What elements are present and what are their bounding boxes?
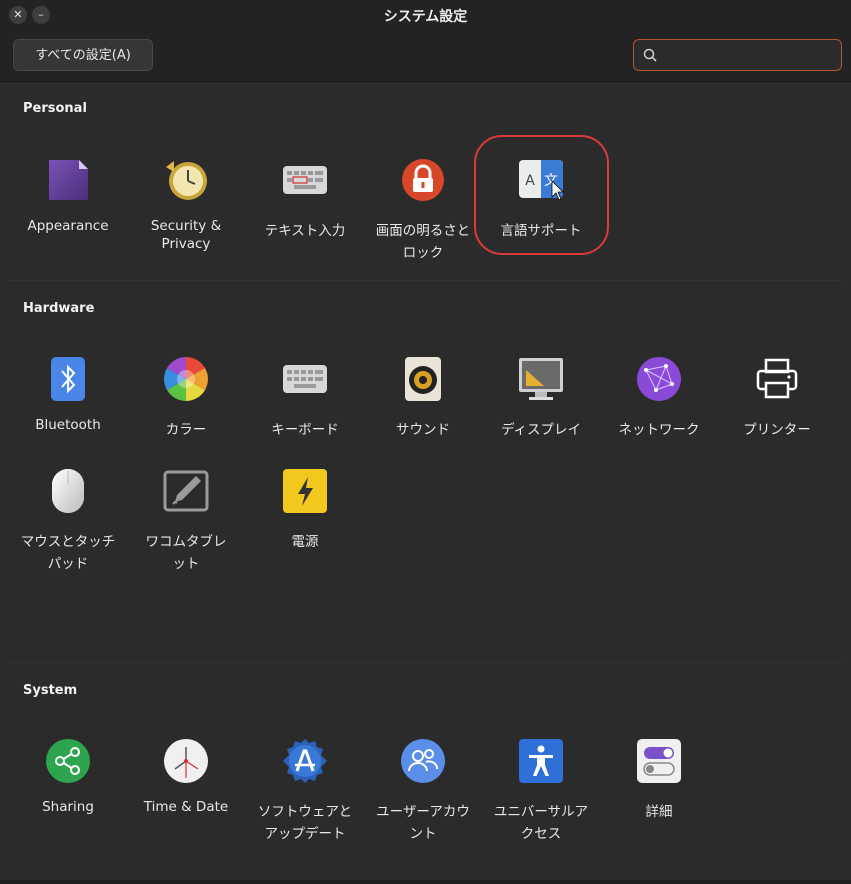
search-field[interactable] [633,39,842,71]
window-bottom-edge [0,880,851,884]
speaker-icon [400,356,446,402]
settings-item-network[interactable]: ネットワーク [600,356,718,441]
software-updates-icon [282,738,328,784]
section-title-system: System [23,683,78,698]
settings-item-label: 画面の明るさとロック [375,223,471,261]
settings-item-wacom-tablet[interactable]: ワコムタブレット [127,468,245,575]
settings-item-label: プリンター [743,422,811,438]
settings-item-label: ユーザーアカウント [376,804,470,842]
window-title: システム設定 [383,9,468,25]
settings-item-universal-access[interactable]: ユニバーサルアクセス [482,738,600,845]
settings-item-label: Bluetooth [35,417,101,433]
settings-item-label: 詳細 [645,804,673,820]
padlock-icon [400,157,446,203]
accessibility-icon [518,738,564,784]
settings-item-printer[interactable]: プリンター [718,356,836,441]
network-globe-icon [636,356,682,402]
settings-item-label: ユニバーサルアクセス [493,804,589,842]
settings-item-label: ディスプレイ [500,422,582,438]
appearance-icon [45,157,91,203]
settings-item-sharing[interactable]: Sharing [9,738,127,816]
settings-item-label: マウスとタッチパッド [20,534,116,572]
keyboard-icon [282,356,328,402]
title-bar: ✕ – システム設定 [0,0,851,30]
settings-item-label: ネットワーク [618,422,700,438]
settings-item-label: 電源 [291,534,319,550]
share-icon [45,738,91,784]
search-icon [643,48,657,62]
settings-item-label: Appearance [27,218,109,234]
settings-item-time-date[interactable]: Time & Date [127,738,245,816]
settings-item-brightness-lock[interactable]: 画面の明るさとロック [364,157,482,264]
settings-item-keyboard[interactable]: キーボード [246,356,364,441]
printer-icon [754,356,800,402]
tablet-pen-icon [163,468,209,514]
display-monitor-icon [518,356,564,402]
settings-item-details[interactable]: 詳細 [600,738,718,823]
power-bolt-icon [282,468,328,514]
settings-item-mouse-touchpad[interactable]: マウスとタッチパッド [9,468,127,575]
settings-item-appearance[interactable]: Appearance [9,157,127,235]
bluetooth-icon [45,356,91,402]
all-settings-button[interactable]: すべての設定(A) [13,39,153,71]
highlight-annotation [474,135,609,255]
clock-icon [163,738,209,784]
toolbar: すべての設定(A) [0,30,851,82]
settings-item-software-updates[interactable]: ソフトウェアとアップデート [246,738,364,845]
settings-item-display[interactable]: ディスプレイ [482,356,600,441]
settings-item-bluetooth[interactable]: Bluetooth [9,356,127,434]
settings-item-label: Security & Privacy [150,218,222,252]
security-privacy-icon [163,157,209,203]
keyboard-text-input-icon [282,157,328,203]
settings-item-security-privacy[interactable]: Security & Privacy [127,157,245,253]
settings-item-label: テキスト入力 [264,223,346,239]
toggle-details-icon [636,738,682,784]
section-title-personal: Personal [23,101,87,116]
section-title-hardware: Hardware [23,301,95,316]
settings-item-color[interactable]: カラー [127,356,245,441]
settings-item-text-input[interactable]: テキスト入力 [246,157,364,242]
settings-item-power[interactable]: 電源 [246,468,364,553]
section-divider [10,662,841,663]
color-wheel-icon [163,356,209,402]
settings-item-label: カラー [165,422,207,438]
search-input[interactable] [664,44,838,68]
settings-item-label: ソフトウェアとアップデート [257,804,353,842]
settings-item-label: サウンド [396,422,450,438]
settings-item-user-accounts[interactable]: ユーザーアカウント [364,738,482,845]
settings-item-sound[interactable]: サウンド [364,356,482,441]
settings-item-label: キーボード [271,422,339,438]
section-divider [10,280,841,281]
settings-item-label: Time & Date [143,799,229,815]
mouse-icon [45,468,91,514]
user-accounts-icon [400,738,446,784]
settings-item-label: Sharing [42,799,94,815]
settings-item-label: ワコムタブレット [145,534,227,572]
